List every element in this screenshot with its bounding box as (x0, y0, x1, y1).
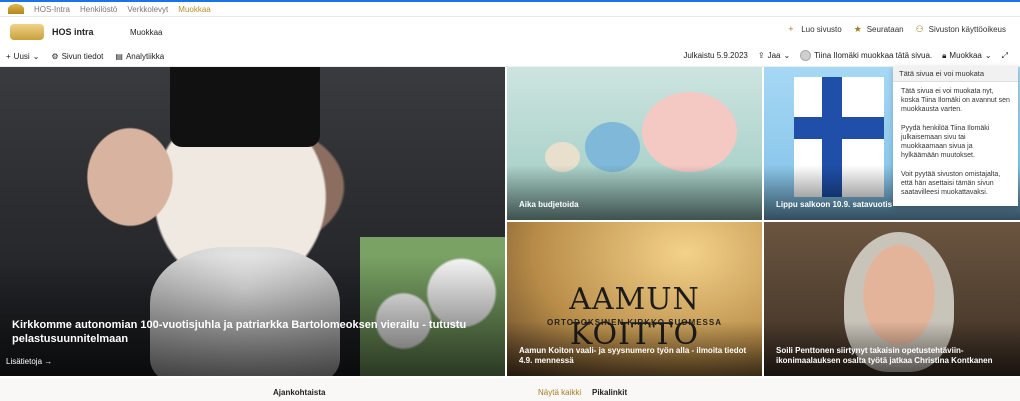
edit-button[interactable]: 🔒︎ Muokkaa ⌄ (942, 51, 991, 61)
nav-hos-intra[interactable]: HOS-Intra (34, 5, 70, 14)
bottom-sections: Ajankohtaista Näytä kaikki Pikalinkit (0, 378, 1020, 401)
nav-muokkaa[interactable]: Muokkaa (178, 5, 210, 14)
brand-logo-icon (10, 24, 44, 40)
hero-tile-1[interactable]: Kirkkomme autonomian 100-vuotisjuhla ja … (0, 67, 505, 376)
avatar (800, 50, 812, 61)
piggy-bank-image (642, 92, 737, 172)
hero-tile-2[interactable]: Aika budjetoida (507, 67, 762, 220)
page-details-label: Sivun tiedot (61, 52, 104, 61)
gear-icon: ⚙ (51, 52, 59, 61)
tile-overlay (507, 165, 762, 220)
quick-links-title: Pikalinkit (592, 388, 628, 397)
nav-henkilosto[interactable]: Henkilöstö (80, 5, 117, 14)
see-all-link[interactable]: Näytä kaikki (538, 388, 581, 397)
published-status: Julkaistu 5.9.2023 (683, 51, 748, 60)
brand[interactable]: HOS intra (10, 24, 120, 40)
chevron-down-icon: ⌄ (783, 51, 791, 60)
analytics-label: Analytiikka (125, 52, 165, 61)
nav-verkkolevyt[interactable]: Verkkolevyt (127, 5, 168, 14)
follow-label: Seurataan (866, 25, 904, 34)
callout-text-3: Voit pyytää sivuston omistajalta, että h… (901, 171, 1001, 196)
analytics-button[interactable]: ▤ Analytiikka (115, 52, 164, 61)
site-header: HOS intra Muokkaa + Luo sivusto ★ Seurataa… (0, 17, 1020, 47)
site-access-label: Sivuston käyttöoikeus (928, 25, 1006, 34)
hero-image-part (170, 67, 320, 147)
tile-title[interactable]: Soili Penttonen siirtynyt takaisin opetu… (776, 346, 1010, 366)
cannot-edit-callout: Tätä sivua ei voi muokata Tätä sivua ei … (893, 66, 1018, 206)
callout-text-1: Tätä sivua ei voi muokata nyt, koska Tii… (901, 88, 1010, 113)
create-site-button[interactable]: + Luo sivusto (788, 24, 842, 35)
tile-overlay (0, 256, 505, 376)
create-site-label: Luo sivusto (801, 25, 842, 34)
star-icon: ★ (853, 24, 862, 34)
plus-icon: + (6, 52, 11, 61)
tile-title[interactable]: Aamun Koiton vaali- ja syysnumero työn a… (519, 346, 752, 366)
site-logo-icon[interactable] (8, 4, 24, 14)
share-button[interactable]: ⇪ Jaa ⌄ (758, 51, 790, 60)
analytics-icon: ▤ (115, 52, 123, 61)
new-button[interactable]: + Uusi ⌄ (6, 52, 39, 61)
tile-title[interactable]: Aika budjetoida (519, 200, 752, 210)
hero-tile-5[interactable]: Soili Penttonen siirtynyt takaisin opetu… (764, 222, 1020, 376)
hero-grid: Kirkkomme autonomian 100-vuotisjuhla ja … (0, 67, 1020, 376)
editing-user-label: Tiina Ilomäki muokkaa tätä sivua. (814, 51, 933, 60)
command-bar: + Uusi ⌄ ⚙ Sivun tiedot ▤ Analytiikka Julkai… (0, 47, 1020, 67)
callout-title: Tätä sivua ei voi muokata (893, 66, 1018, 82)
site-access-button[interactable]: ⚇ Sivuston käyttöoikeus (915, 24, 1006, 35)
follow-button[interactable]: ★ Seurataan (853, 24, 904, 35)
lock-icon: 🔒︎ (942, 50, 947, 60)
plus-icon: + (788, 24, 794, 34)
people-icon: ⚇ (915, 24, 924, 34)
news-section-title: Ajankohtaista (273, 388, 326, 397)
read-more-link[interactable]: Lisätietoja → (6, 357, 52, 366)
share-label: Jaa (767, 51, 781, 60)
new-label: Uusi (13, 52, 30, 61)
chevron-down-icon: ⌄ (984, 51, 992, 60)
hero-tile-4[interactable]: AAMUN KOITTO ORTODOKSINEN KIRKKO SUOMESS… (507, 222, 762, 376)
callout-text-2: Pyydä henkilöä Tiina Ilomäki julkaisemaa… (901, 125, 990, 159)
chevron-down-icon: ⌄ (32, 52, 40, 61)
suite-nav: HOS-Intra Henkilöstö Verkkolevyt Muokkaa (0, 0, 1020, 17)
page-details-button[interactable]: ⚙ Sivun tiedot (51, 52, 103, 61)
tile-title[interactable]: Kirkkomme autonomian 100-vuotisjuhla ja … (12, 318, 495, 346)
header-edit-link[interactable]: Muokkaa (130, 28, 162, 37)
site-title[interactable]: HOS intra (52, 27, 94, 37)
edit-label: Muokkaa (949, 51, 982, 60)
share-icon: ⇪ (757, 51, 765, 60)
editing-user-status: Tiina Ilomäki muokkaa tätä sivua. (800, 50, 932, 61)
expand-icon[interactable]: ⤢ (1002, 51, 1008, 61)
